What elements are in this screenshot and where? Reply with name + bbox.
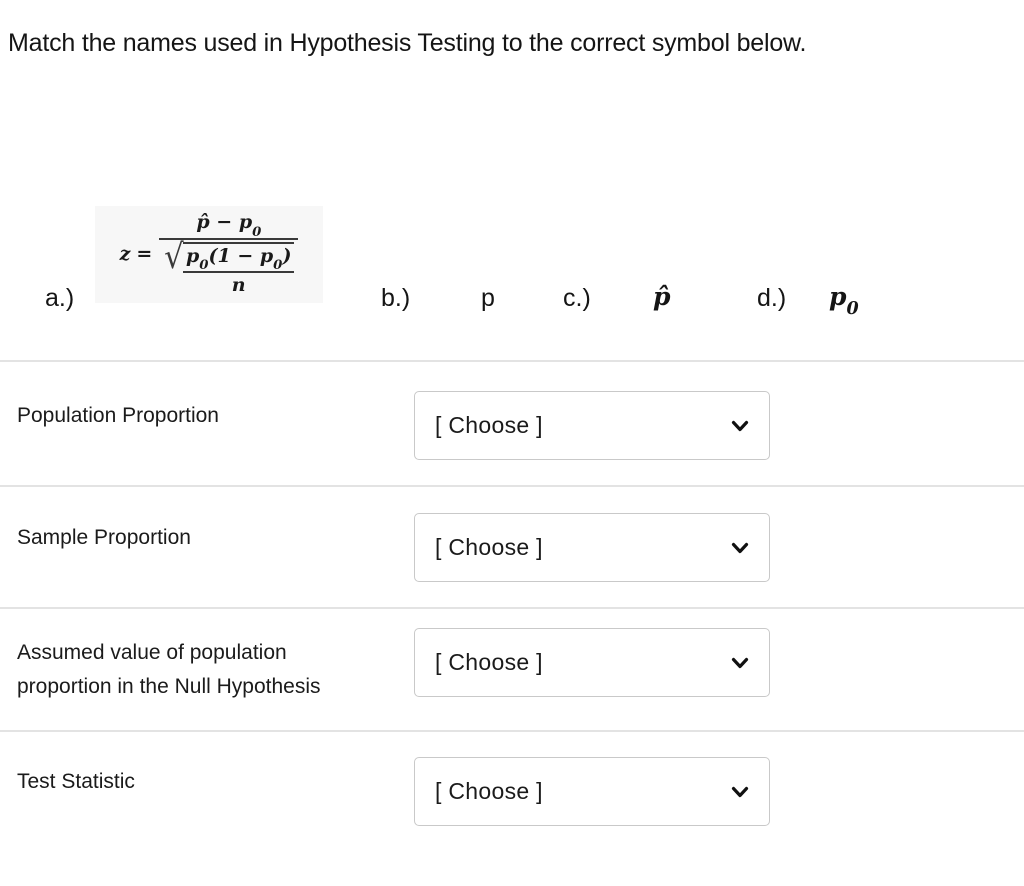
formula-equals: =	[136, 242, 153, 265]
inner-paren-open: (1 −	[208, 244, 260, 267]
dropdown-value: [ Choose ]	[435, 412, 543, 438]
row-term-label: Assumed value of population proportion in…	[17, 636, 407, 704]
inner-p-subscript: 0	[199, 258, 209, 274]
test-statistic-formula-image: z = p̂ − p0 √ p0(1 − p0) n	[95, 206, 323, 303]
row-term-line-1: Assumed value of population	[17, 641, 287, 664]
formula-minus: −	[216, 210, 233, 233]
inner-paren-close: )	[282, 244, 292, 267]
option-b-symbol: p	[481, 284, 495, 312]
inner-fraction: p0(1 − p0) n	[182, 241, 295, 297]
z-test-statistic-formula: z = p̂ − p0 √ p0(1 − p0) n	[119, 210, 299, 297]
row-term-line-2: proportion in the Null Hypothesis	[17, 675, 321, 698]
answer-options: a.) z = p̂ − p0 √ p0(1 − p0) n b.) p c.)…	[0, 100, 1024, 319]
radical-icon: √	[164, 236, 184, 277]
dropdown-sample-proportion[interactable]: [ Choose ]	[414, 513, 770, 582]
formula-denominator: √ p0(1 − p0) n	[159, 236, 298, 297]
dropdown-test-statistic[interactable]: [ Choose ]	[414, 757, 770, 826]
chevron-down-icon	[729, 415, 751, 437]
inner-p2-subscript: 0	[273, 258, 283, 274]
dropdown-value: [ Choose ]	[435, 534, 543, 560]
dropdown-value: [ Choose ]	[435, 649, 543, 675]
p-zero-base: p	[238, 210, 253, 233]
table-row: Sample Proportion [ Choose ]	[0, 485, 1024, 607]
option-d-label: d.)	[757, 284, 787, 312]
inner-p-base: p	[185, 244, 200, 267]
dropdown-value: [ Choose ]	[435, 778, 543, 804]
option-d-symbol: p0	[829, 282, 859, 319]
inner-numerator: p0(1 − p0)	[183, 244, 294, 274]
table-row: Test Statistic [ Choose ]	[0, 730, 1024, 886]
p-hat-glyph: p̂	[196, 210, 210, 233]
inner-denominator: n	[231, 274, 246, 297]
p-zero-subscript: 0	[252, 224, 262, 240]
dropdown-population-proportion[interactable]: [ Choose ]	[414, 391, 770, 460]
option-c-symbol: p̂	[653, 282, 671, 311]
table-row: Population Proportion [ Choose ]	[0, 360, 1024, 485]
row-term-label: Sample Proportion	[17, 526, 191, 549]
chevron-down-icon	[729, 781, 751, 803]
chevron-down-icon	[729, 537, 751, 559]
inner-p2-base: p	[259, 244, 274, 267]
row-term-label: Test Statistic	[17, 770, 135, 793]
option-d-symbol-subscript: 0	[846, 299, 859, 319]
option-c-label: c.)	[563, 284, 591, 312]
square-root-group: √ p0(1 − p0) n	[163, 236, 295, 297]
formula-fraction: p̂ − p0 √ p0(1 − p0) n	[159, 210, 299, 297]
formula-numerator: p̂ − p0	[190, 210, 267, 240]
page-title: Match the names used in Hypothesis Testi…	[8, 29, 807, 57]
table-row: Assumed value of population proportion in…	[0, 607, 1024, 730]
option-a-label: a.)	[45, 284, 75, 312]
matching-table: Population Proportion [ Choose ] Sample …	[0, 360, 1024, 886]
formula-lhs: z	[119, 242, 131, 265]
option-d-symbol-base: p	[829, 282, 847, 311]
dropdown-assumed-population-proportion[interactable]: [ Choose ]	[414, 628, 770, 697]
row-term-label: Population Proportion	[17, 404, 219, 427]
chevron-down-icon	[729, 652, 751, 674]
option-b-label: b.)	[381, 284, 411, 312]
